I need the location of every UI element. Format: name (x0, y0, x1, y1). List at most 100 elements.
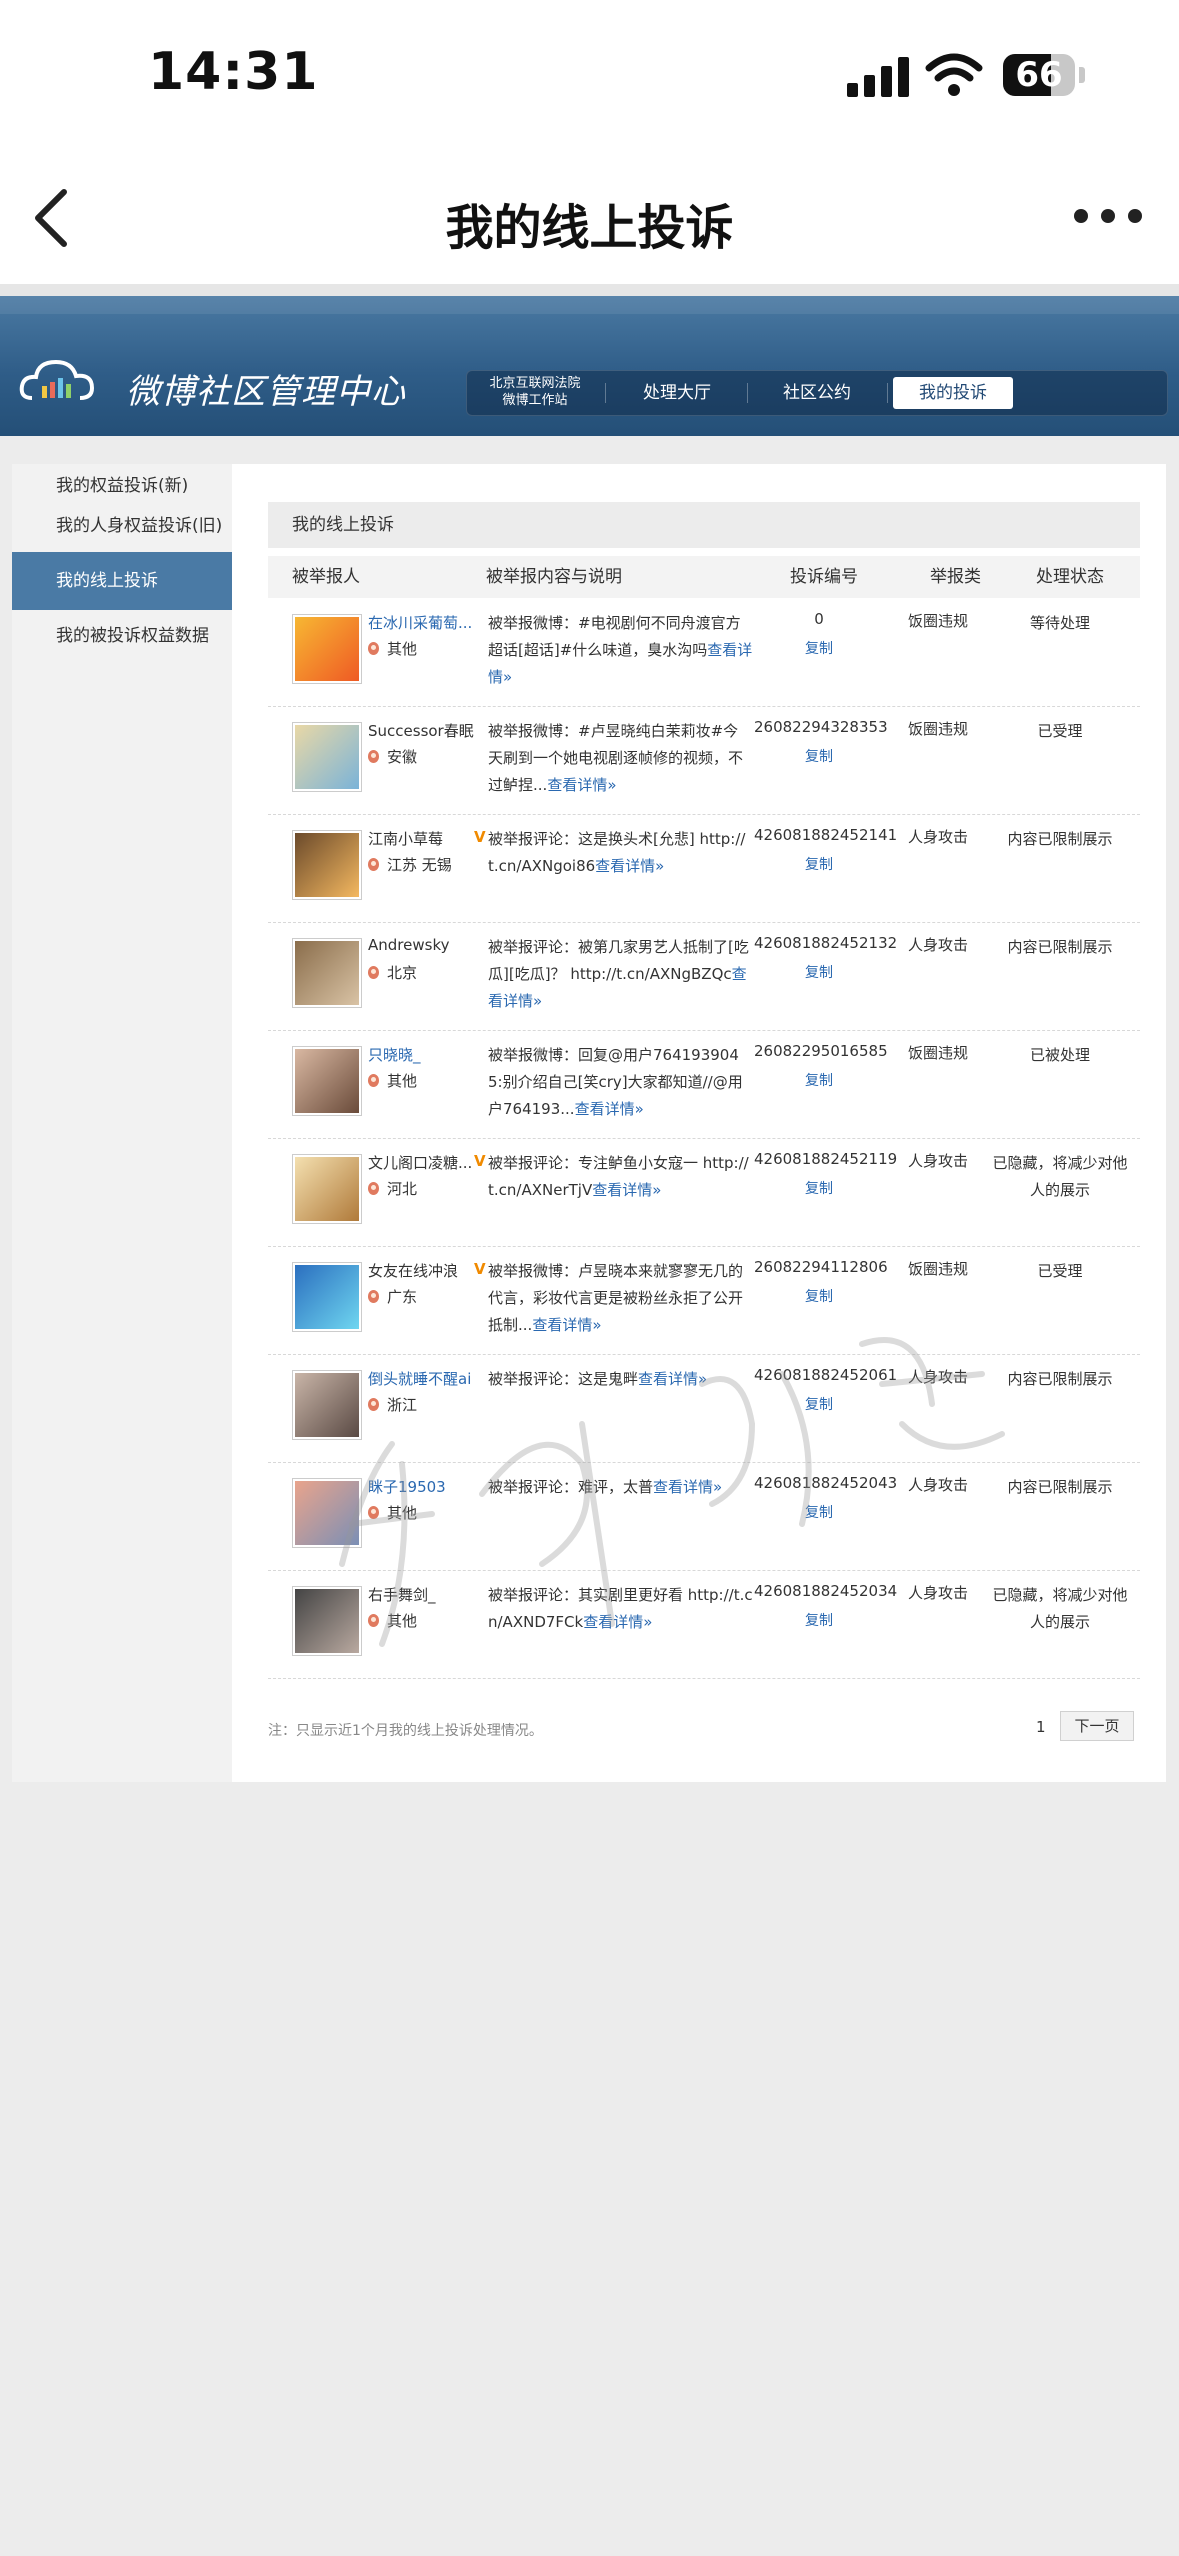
reported-user-name[interactable]: 倒头就睡不醒ai (368, 1368, 476, 1389)
site-logo-text: 微博社区管理中心 (126, 372, 406, 412)
sidebar-item-rights-new[interactable]: 我的权益投诉(新) (12, 466, 232, 506)
column-header: 举报类 (930, 567, 981, 587)
footnote: 注：只显示近1个月我的线上投诉处理情况。 (268, 1723, 543, 1739)
complaint-status: 已隐藏，将减少对他人的展示 (992, 1154, 1128, 1199)
tab-hall[interactable]: 处理大厅 (617, 377, 737, 409)
complaint-id: 426081882452119 (754, 1150, 898, 1168)
location-icon (368, 858, 379, 871)
sidebar-item-label: 我的权益投诉(新) (56, 476, 189, 496)
view-details-link[interactable]: 查看详情» (595, 857, 664, 875)
column-header: 投诉编号 (790, 567, 858, 587)
site-header: 微博社区管理中心 北京互联网法院 微博工作站 处理大厅 社区公约 我的投诉 (0, 296, 1179, 436)
main-panel: 我的权益投诉(新) 我的人身权益投诉(旧) 我的线上投诉 我的被投诉权益数据 我… (12, 464, 1166, 1782)
court-link[interactable]: 北京互联网法院 微博工作站 (485, 375, 585, 409)
complaint-type: 人身攻击 (907, 1152, 968, 1170)
tab-my-complaints[interactable]: 我的投诉 (893, 377, 1013, 409)
complaint-type: 饭圈违规 (907, 612, 968, 630)
user-location: 浙江 (368, 1394, 417, 1415)
copy-id-button[interactable]: 复制 (754, 1610, 884, 1630)
avatar[interactable] (292, 830, 362, 900)
complaint-id: 426081882452043 (754, 1474, 898, 1492)
description-text: 被举报评论：难评，太普 (488, 1478, 654, 1496)
reported-user-name[interactable]: 女友在线冲浪 (368, 1260, 476, 1281)
court-line-1: 北京互联网法院 (489, 376, 581, 391)
reported-user-name[interactable]: 只晓晓_ (368, 1044, 476, 1065)
location-text: 河北 (387, 1180, 418, 1198)
copy-id-button[interactable]: 复制 (754, 746, 884, 766)
view-details-link[interactable]: 查看详情» (575, 1100, 644, 1118)
table-row: 在冰川采葡萄... 其他 被举报微博：#电视剧何不同舟渡官方超话[超话]#什么味道，… (268, 598, 1140, 707)
reported-user-name[interactable]: 在冰川采葡萄... (368, 612, 476, 633)
table-row: 眯子19503 其他 被举报评论：难评，太普查看详情» 426081882452043… (268, 1462, 1140, 1571)
avatar[interactable] (292, 1370, 362, 1440)
copy-id-button[interactable]: 复制 (754, 962, 884, 982)
avatar-image (295, 1265, 359, 1329)
table-row: 倒头就睡不醒ai 浙江 被举报评论：这是鬼畔查看详情» 426081882452061… (268, 1354, 1140, 1463)
view-details-link[interactable]: 查看详情» (653, 1478, 722, 1496)
avatar[interactable] (292, 1154, 362, 1224)
copy-id-button[interactable]: 复制 (754, 1070, 884, 1090)
more-dots-icon[interactable] (1070, 200, 1146, 230)
location-icon (368, 1182, 379, 1195)
column-header: 被举报内容与说明 (486, 567, 622, 587)
location-text: 浙江 (387, 1396, 418, 1414)
copy-id-button[interactable]: 复制 (754, 854, 884, 874)
complaint-status: 已受理 (1037, 1262, 1083, 1280)
complaint-description: 被举报微博：#电视剧何不同舟渡官方超话[超话]#什么味道，臭水沟吗查看详情» (488, 610, 753, 691)
avatar-image (295, 1589, 359, 1653)
tab-divider (747, 383, 748, 403)
reported-user-name[interactable]: 江南小草莓 (368, 828, 476, 849)
avatar[interactable] (292, 938, 362, 1008)
copy-id-button[interactable]: 复制 (754, 1394, 884, 1414)
view-details-link[interactable]: 查看详情» (638, 1370, 707, 1388)
copy-id-button[interactable]: 复制 (754, 638, 884, 658)
complaint-status: 内容已限制展示 (1007, 1478, 1113, 1496)
avatar[interactable] (292, 722, 362, 792)
tab-community-rules[interactable]: 社区公约 (757, 377, 877, 409)
avatar[interactable] (292, 1478, 362, 1548)
location-icon (368, 642, 379, 655)
reported-user-name[interactable]: Andrewsky (368, 936, 476, 954)
location-text: 安徽 (387, 748, 418, 766)
reported-user-name[interactable]: Successor春眠 (368, 720, 476, 741)
reported-user-name[interactable]: 文儿阁口凌糖... (368, 1152, 476, 1173)
next-page-button[interactable]: 下一页 (1060, 1711, 1134, 1741)
complaint-status: 内容已限制展示 (1007, 1370, 1113, 1388)
avatar[interactable] (292, 614, 362, 684)
copy-id-button[interactable]: 复制 (754, 1178, 884, 1198)
avatar-image (295, 1049, 359, 1113)
avatar-image (295, 941, 359, 1005)
sidebar-item-online-complaints[interactable]: 我的线上投诉 (12, 552, 232, 610)
user-location: 其他 (368, 1610, 417, 1631)
location-icon (368, 1290, 379, 1303)
avatar-image (295, 725, 359, 789)
reported-user-name[interactable]: 眯子19503 (368, 1476, 476, 1497)
complaint-status: 已被处理 (1029, 1046, 1090, 1064)
verified-badge-icon: V (474, 1152, 486, 1170)
complaint-status: 内容已限制展示 (1007, 938, 1113, 956)
location-icon (368, 1614, 379, 1627)
avatar[interactable] (292, 1262, 362, 1332)
user-location: 江苏 无锡 (368, 854, 452, 875)
section-title-text: 我的线上投诉 (292, 515, 394, 535)
sidebar: 我的权益投诉(新) 我的人身权益投诉(旧) 我的线上投诉 我的被投诉权益数据 (12, 464, 232, 1782)
complaint-status: 内容已限制展示 (1007, 830, 1113, 848)
status-time: 14:31 (148, 42, 319, 102)
column-header: 被举报人 (292, 567, 360, 587)
view-details-link[interactable]: 查看详情» (532, 1316, 601, 1334)
avatar[interactable] (292, 1586, 362, 1656)
complaint-type: 饭圈违规 (907, 1044, 968, 1062)
sidebar-item-complained-data[interactable]: 我的被投诉权益数据 (12, 616, 232, 656)
avatar[interactable] (292, 1046, 362, 1116)
view-details-link[interactable]: 查看详情» (583, 1613, 652, 1631)
complaint-type: 人身攻击 (907, 1476, 968, 1494)
sidebar-item-personal-old[interactable]: 我的人身权益投诉(旧) (12, 506, 232, 546)
reported-user-name[interactable]: 右手舞剑_ (368, 1584, 476, 1605)
table-row: Successor春眠 安徽 被举报微博：#卢昱晓纯白茉莉妆#今天刷到一个她电视剧逐… (268, 706, 1140, 815)
copy-id-button[interactable]: 复制 (754, 1286, 884, 1306)
avatar-image (295, 617, 359, 681)
view-details-link[interactable]: 查看详情» (547, 776, 616, 794)
user-location: 其他 (368, 1502, 417, 1523)
view-details-link[interactable]: 查看详情» (592, 1181, 661, 1199)
copy-id-button[interactable]: 复制 (754, 1502, 884, 1522)
